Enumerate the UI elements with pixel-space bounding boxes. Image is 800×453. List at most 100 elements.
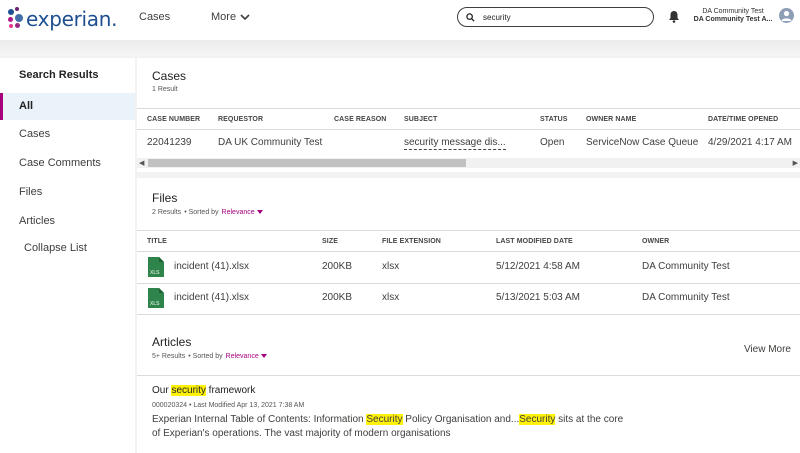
file-modified: 5/12/2021 4:58 AM	[496, 261, 580, 272]
caret-down-icon	[260, 354, 267, 358]
file-size: 200KB	[322, 292, 353, 303]
search-results-sidebar: Search Results All Cases Case Comments F…	[0, 58, 135, 453]
avatar[interactable]	[779, 8, 794, 23]
file-extension: xlsx	[382, 261, 400, 272]
search-icon	[466, 12, 475, 22]
article-body-1: Experian Internal Table of Contents: Inf…	[152, 414, 367, 425]
status-value: Open	[540, 137, 565, 148]
article-body-2: Policy Organisation and...	[402, 414, 520, 425]
articles-sort-value: Relevance	[225, 353, 259, 360]
cases-table-header: CASE NUMBER REQUESTOR CASE REASON SUBJEC…	[137, 108, 800, 130]
requestor-link[interactable]: DA UK Community Test	[218, 137, 322, 148]
bell-icon[interactable]	[668, 10, 680, 23]
horizontal-scrollbar[interactable]: ◀ ▶	[137, 158, 800, 168]
view-more-link[interactable]: View More	[744, 344, 791, 355]
files-sorted-by: • Sorted by	[184, 209, 219, 216]
user-account: DA Community Test A...	[693, 16, 773, 23]
file-owner-link[interactable]: DA Community Test	[642, 292, 730, 303]
files-card: Files 2 Results • Sorted by Relevance TI…	[137, 178, 800, 375]
file-size: 200KB	[322, 261, 353, 272]
file-icon-label: XLS	[150, 301, 160, 307]
article-title-pre: Our	[152, 385, 172, 396]
col-subject[interactable]: SUBJECT	[404, 116, 437, 123]
nav-more[interactable]: More	[211, 11, 250, 23]
row-divider	[137, 314, 800, 315]
files-sort-value: Relevance	[221, 209, 255, 216]
sidebar-item-files[interactable]: Files	[0, 179, 135, 206]
search-highlight: Security	[519, 414, 556, 425]
row-divider	[137, 283, 800, 284]
col-title[interactable]: TITLE	[147, 238, 167, 245]
scroll-left-icon[interactable]: ◀	[139, 159, 144, 167]
col-status[interactable]: STATUS	[540, 116, 568, 123]
chevron-down-icon	[240, 14, 250, 21]
articles-sort-dropdown[interactable]: Relevance	[226, 353, 267, 360]
col-owner-name[interactable]: OWNER NAME	[586, 116, 636, 123]
col-owner[interactable]: OWNER	[642, 238, 669, 245]
date-opened: 4/29/2021 4:17 AM	[708, 137, 792, 148]
user-icon	[781, 10, 792, 21]
articles-sorted-by: • Sorted by	[188, 353, 223, 360]
top-header: experian. Cases More DA Community Test D…	[0, 0, 800, 40]
results-main: Cases 1 Result CASE NUMBER REQUESTOR CAS…	[137, 58, 800, 453]
cases-card: Cases 1 Result CASE NUMBER REQUESTOR CAS…	[137, 58, 800, 172]
owner-name-link[interactable]: ServiceNow Case Queue	[586, 137, 698, 148]
cases-title[interactable]: Cases	[152, 69, 186, 83]
files-title[interactable]: Files	[152, 191, 177, 205]
file-modified: 5/13/2021 5:03 AM	[496, 292, 580, 303]
collapse-list-link[interactable]: Collapse List	[0, 235, 135, 262]
sidebar-title: Search Results	[19, 69, 99, 81]
col-last-modified[interactable]: LAST MODIFIED DATE	[496, 238, 573, 245]
subject-link[interactable]: security message dis...	[404, 137, 506, 150]
scroll-thumb[interactable]	[148, 159, 466, 167]
article-body-line2: of Experian's operations. The vast major…	[152, 428, 451, 439]
article-title-link[interactable]: Our security framework	[152, 385, 255, 396]
nav-cases[interactable]: Cases	[139, 11, 170, 23]
article-body-3: sits at the core	[555, 414, 624, 425]
nav-more-label: More	[211, 11, 237, 23]
file-title-link[interactable]: incident (41).xlsx	[174, 261, 249, 272]
files-sort-dropdown[interactable]: Relevance	[222, 209, 263, 216]
sidebar-item-all[interactable]: All	[0, 93, 135, 120]
file-extension: xlsx	[382, 292, 400, 303]
caret-down-icon	[256, 210, 263, 214]
articles-count: 5+ Results	[152, 353, 186, 360]
search-input[interactable]	[483, 12, 643, 22]
col-case-reason[interactable]: CASE REASON	[334, 116, 386, 123]
col-case-number[interactable]: CASE NUMBER	[147, 116, 200, 123]
scroll-right-icon[interactable]: ▶	[793, 159, 798, 167]
header-shadow	[0, 40, 800, 56]
experian-logo[interactable]: experian.	[6, 4, 117, 34]
col-size[interactable]: SIZE	[322, 238, 338, 245]
article-title-post: framework	[205, 385, 256, 396]
file-owner-link[interactable]: DA Community Test	[642, 261, 730, 272]
files-meta: 2 Results • Sorted by Relevance	[152, 209, 263, 216]
articles-meta: 5+ Results • Sorted by Relevance	[152, 353, 267, 360]
article-meta: 000020324 • Last Modified Apr 13, 2021 7…	[152, 402, 304, 409]
col-requestor[interactable]: REQUESTOR	[218, 116, 263, 123]
file-title-link[interactable]: incident (41).xlsx	[174, 292, 249, 303]
search-highlight: Security	[366, 414, 403, 425]
article-snippet: Experian Internal Table of Contents: Inf…	[152, 413, 652, 441]
article-modified: • Last Modified Apr 13, 2021 7:38 AM	[189, 402, 305, 409]
article-item: Our security framework 000020324 • Last …	[137, 375, 800, 453]
logo-dots-icon	[6, 5, 28, 33]
sidebar-item-cases[interactable]: Cases	[0, 121, 135, 148]
logo-text: experian.	[26, 7, 118, 31]
files-count: 2 Results	[152, 209, 182, 216]
case-number-link[interactable]: 22041239	[147, 137, 192, 148]
sidebar-item-case-comments[interactable]: Case Comments	[0, 150, 135, 177]
excel-file-icon: XLS	[148, 288, 164, 308]
articles-title[interactable]: Articles	[152, 335, 191, 349]
search-highlight: security	[171, 385, 206, 396]
user-name: DA Community Test	[702, 8, 764, 15]
col-file-extension[interactable]: FILE EXTENSION	[382, 238, 441, 245]
search-box[interactable]	[457, 7, 654, 27]
sidebar-item-articles[interactable]: Articles	[0, 208, 135, 235]
file-icon-label: XLS	[150, 270, 160, 276]
user-menu[interactable]: DA Community Test DA Community Test A...	[690, 8, 776, 24]
excel-file-icon: XLS	[148, 257, 164, 277]
col-date-opened[interactable]: DATE/TIME OPENED	[708, 116, 778, 123]
cases-count: 1 Result	[152, 86, 178, 93]
cases-count-text: 1 Result	[152, 86, 178, 93]
